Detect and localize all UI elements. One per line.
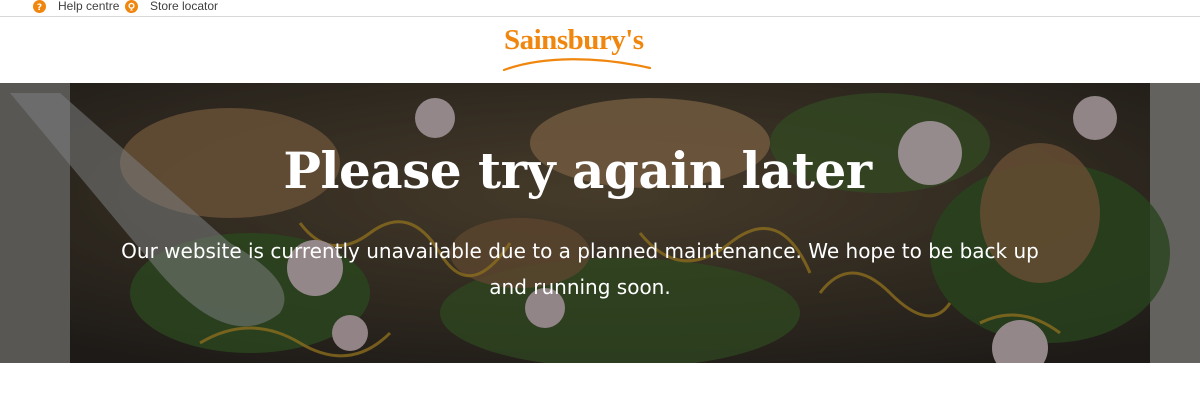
page-title: Please try again later [283, 141, 872, 200]
hero-overlay [0, 83, 1200, 363]
page-footer-area [0, 363, 1200, 410]
sainsburys-logo[interactable]: Sainsbury's [500, 24, 655, 78]
logo-swoosh-icon [502, 58, 652, 72]
svg-text:?: ? [37, 3, 42, 13]
help-centre-label: Help centre [58, 0, 120, 13]
store-locator-link[interactable]: Store locator [125, 0, 218, 14]
maintenance-hero: Please try again later Our website is cu… [0, 83, 1200, 363]
maintenance-message: Our website is currently unavailable due… [121, 239, 1039, 299]
utility-bar: ? Help centre Store locator [0, 0, 1200, 17]
logo-wordmark: Sainsbury's [504, 24, 644, 56]
store-locator-label: Store locator [150, 0, 219, 13]
site-header: Sainsbury's [0, 18, 1200, 83]
help-centre-link[interactable]: ? Help centre [33, 0, 119, 14]
location-pin-icon [125, 0, 138, 13]
help-icon: ? [33, 0, 46, 13]
